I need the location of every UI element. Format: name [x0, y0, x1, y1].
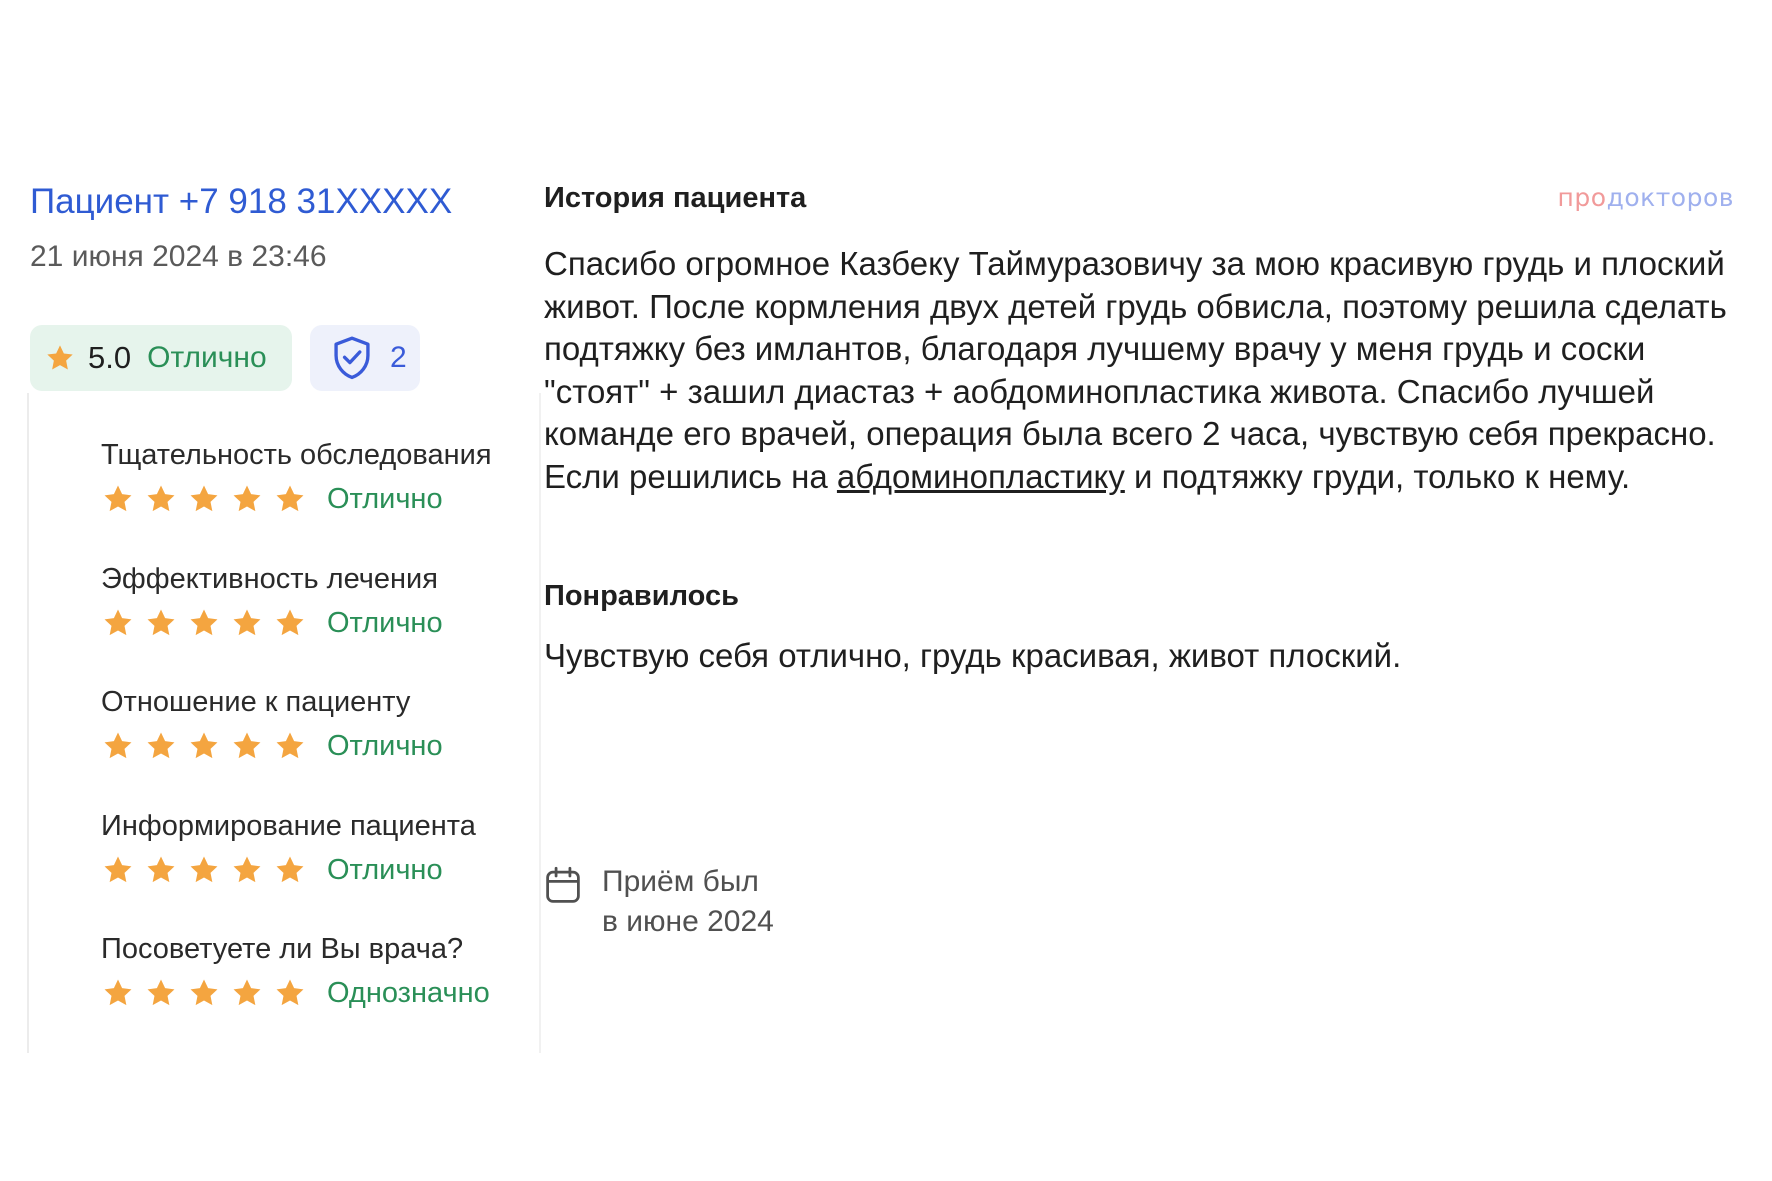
criterion-stars [101, 482, 307, 516]
star-icon [104, 485, 132, 512]
criterion-rating-row: Отлично [101, 729, 443, 763]
star-icon [233, 856, 261, 883]
liked-text: Чувствую себя отлично, грудь красивая, ж… [544, 637, 1402, 674]
visit-line1: Приём был [602, 865, 759, 898]
star-icon [190, 856, 218, 883]
criterion-verdict: Отлично [327, 606, 443, 639]
star-icon [233, 979, 261, 1006]
story-heading: История пациента [544, 182, 807, 214]
star-icon [233, 609, 261, 636]
criterion-item: Отношение к пациенту Отлично [101, 686, 443, 763]
criterion-title: Эффективность лечения [101, 563, 438, 595]
star-icon [276, 979, 304, 1006]
star-icon [276, 856, 304, 883]
star-icon [47, 345, 73, 370]
star-icon [104, 609, 132, 636]
star-icon [104, 856, 132, 883]
visit-line2: в июне 2024 [602, 905, 774, 938]
rating-verdict: Отлично [147, 341, 267, 374]
liked-heading: Понравилось [544, 580, 739, 612]
criterion-stars [101, 606, 307, 640]
visit-info: Приём был в июне 2024 [544, 862, 774, 942]
criterion-item: Эффективность лечения Отлично [101, 563, 443, 640]
criterion-title: Тщательность обследования [101, 439, 492, 471]
criterion-verdict: Однозначно [327, 976, 490, 1009]
story-text: Спасибо огромное Казбеку Таймуразовичу з… [544, 243, 1744, 499]
story-text-part2: и подтяжку груди, только к нему. [1124, 457, 1631, 495]
calendar-icon [546, 866, 580, 903]
criterion-stars [101, 853, 307, 887]
star-icon [147, 979, 175, 1006]
verification-count: 2 [390, 341, 407, 374]
star-icon [276, 485, 304, 512]
brand-logo-part2: докторов [1606, 183, 1734, 212]
star-icon [233, 485, 261, 512]
star-icon [147, 732, 175, 759]
criterion-title: Информирование пациента [101, 810, 476, 842]
criterion-verdict: Отлично [327, 482, 443, 515]
star-icon [104, 979, 132, 1006]
star-icon [147, 485, 175, 512]
criterion-title: Отношение к пациенту [101, 686, 411, 718]
brand-logo: продокторов [1558, 183, 1734, 212]
criteria-panel: Тщательность обследования Отлично Эффектив… [27, 393, 541, 1053]
criterion-rating-row: Однозначно [101, 976, 490, 1010]
criterion-rating-row: Отлично [101, 606, 443, 640]
rating-score: 5.0 [88, 340, 132, 375]
star-icon [147, 856, 175, 883]
patient-name-link[interactable]: Пациент +7 918 31XXXXX [30, 182, 452, 222]
criterion-rating-row: Отлично [101, 482, 492, 516]
criterion-item: Информирование пациента Отлично [101, 810, 476, 887]
review-date: 21 июня 2024 в 23:46 [30, 240, 327, 273]
criterion-title: Посоветуете ли Вы врача? [101, 933, 464, 965]
star-icon [190, 609, 218, 636]
brand-logo-part1: про [1557, 183, 1607, 212]
star-icon [104, 732, 132, 759]
star-icon [147, 609, 175, 636]
criterion-verdict: Отлично [327, 729, 443, 762]
criterion-stars [101, 976, 307, 1010]
star-icon [233, 732, 261, 759]
abdominoplasty-link[interactable]: абдоминопластику [837, 458, 1125, 495]
criterion-verdict: Отлично [327, 853, 443, 886]
criterion-item: Тщательность обследования Отлично [101, 439, 492, 516]
criterion-item: Посоветуете ли Вы врача? Однозначно [101, 933, 490, 1010]
star-icon [276, 609, 304, 636]
overall-rating-badge: 5.0 Отлично [30, 325, 292, 391]
criterion-stars [101, 729, 307, 763]
star-icon [190, 979, 218, 1006]
verification-badge[interactable]: 2 [310, 325, 420, 391]
star-icon [276, 732, 304, 759]
shield-check-icon [334, 336, 370, 380]
star-icon [190, 732, 218, 759]
star-icon [190, 485, 218, 512]
criterion-rating-row: Отлично [101, 853, 476, 887]
